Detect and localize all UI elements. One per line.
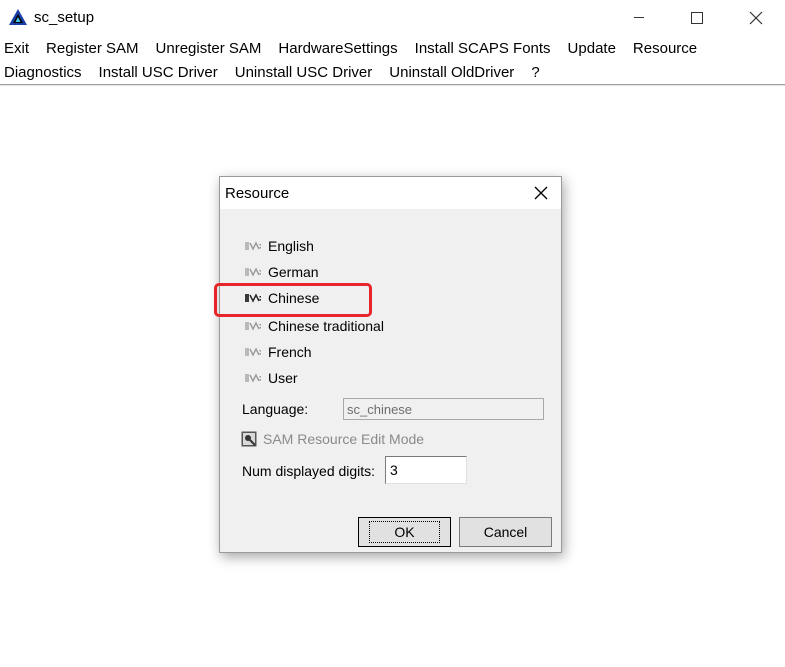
window-title: sc_setup [34,9,95,26]
dialog-title: Resource [225,185,290,202]
resource-edit-icon [241,431,257,447]
option-label: German [268,264,319,280]
menu-exit[interactable]: Exit [4,40,37,57]
menu-help[interactable]: ? [531,64,547,81]
ok-button-label: OK [369,521,440,543]
menu-install-scaps-fonts[interactable]: Install SCAPS Fonts [415,40,559,57]
close-button[interactable] [727,0,785,35]
menu-resource[interactable]: Resource [633,40,705,57]
language-option-icon [245,267,261,277]
language-option-icon [245,373,261,383]
option-german[interactable]: German [244,262,319,282]
menu-diagnostics[interactable]: Diagnostics [4,64,90,81]
menu-separator [0,84,785,86]
edit-mode-label: SAM Resource Edit Mode [263,431,425,447]
menu-uninstall-usc-driver[interactable]: Uninstall USC Driver [235,64,381,81]
language-option-selected-icon [245,293,261,303]
close-icon [749,11,763,24]
dialog-close-button[interactable] [527,181,555,205]
maximize-icon [691,11,703,24]
option-label: English [268,238,314,254]
resource-dialog: Resource English German Chinese Chinese … [219,176,562,553]
minimize-button[interactable] [610,0,668,35]
menu-update[interactable]: Update [568,40,624,57]
option-french[interactable]: French [244,342,312,362]
option-user[interactable]: User [244,368,298,388]
menu-install-usc-driver[interactable]: Install USC Driver [99,64,226,81]
language-field [343,398,544,420]
cancel-button[interactable]: Cancel [459,517,552,547]
app-window: sc_setup Exit Register SAM Unregister SA… [0,0,785,667]
option-label: French [268,344,312,360]
language-label: Language: [242,401,309,417]
title-bar: sc_setup [0,0,785,35]
option-label: Chinese traditional [268,318,384,334]
minimize-icon [634,17,644,18]
digits-label: Num displayed digits: [242,463,376,479]
menu-uninstall-old-driver[interactable]: Uninstall OldDriver [389,64,522,81]
menu-register-sam[interactable]: Register SAM [46,40,147,57]
menu-row-2: Diagnostics Install USC Driver Uninstall… [0,60,785,84]
close-icon [534,186,548,200]
option-english[interactable]: English [244,236,314,256]
option-label: User [268,370,298,386]
option-chinese-traditional[interactable]: Chinese traditional [244,316,384,336]
menu-unregister-sam[interactable]: Unregister SAM [156,40,270,57]
menu-hardware-settings[interactable]: HardwareSettings [278,40,405,57]
language-option-icon [245,321,261,331]
menu-row-1: Exit Register SAM Unregister SAM Hardwar… [0,36,785,60]
digits-input[interactable] [385,456,467,484]
app-logo-icon [8,8,28,26]
language-option-icon [245,347,261,357]
option-chinese[interactable]: Chinese [244,288,319,308]
ok-button[interactable]: OK [358,517,451,547]
language-option-icon [245,241,261,251]
dialog-title-bar: Resource [220,177,561,209]
edit-mode-option: SAM Resource Edit Mode [241,431,424,447]
menu-bar: Exit Register SAM Unregister SAM Hardwar… [0,36,785,84]
option-label: Chinese [268,290,320,306]
maximize-button[interactable] [668,0,726,35]
